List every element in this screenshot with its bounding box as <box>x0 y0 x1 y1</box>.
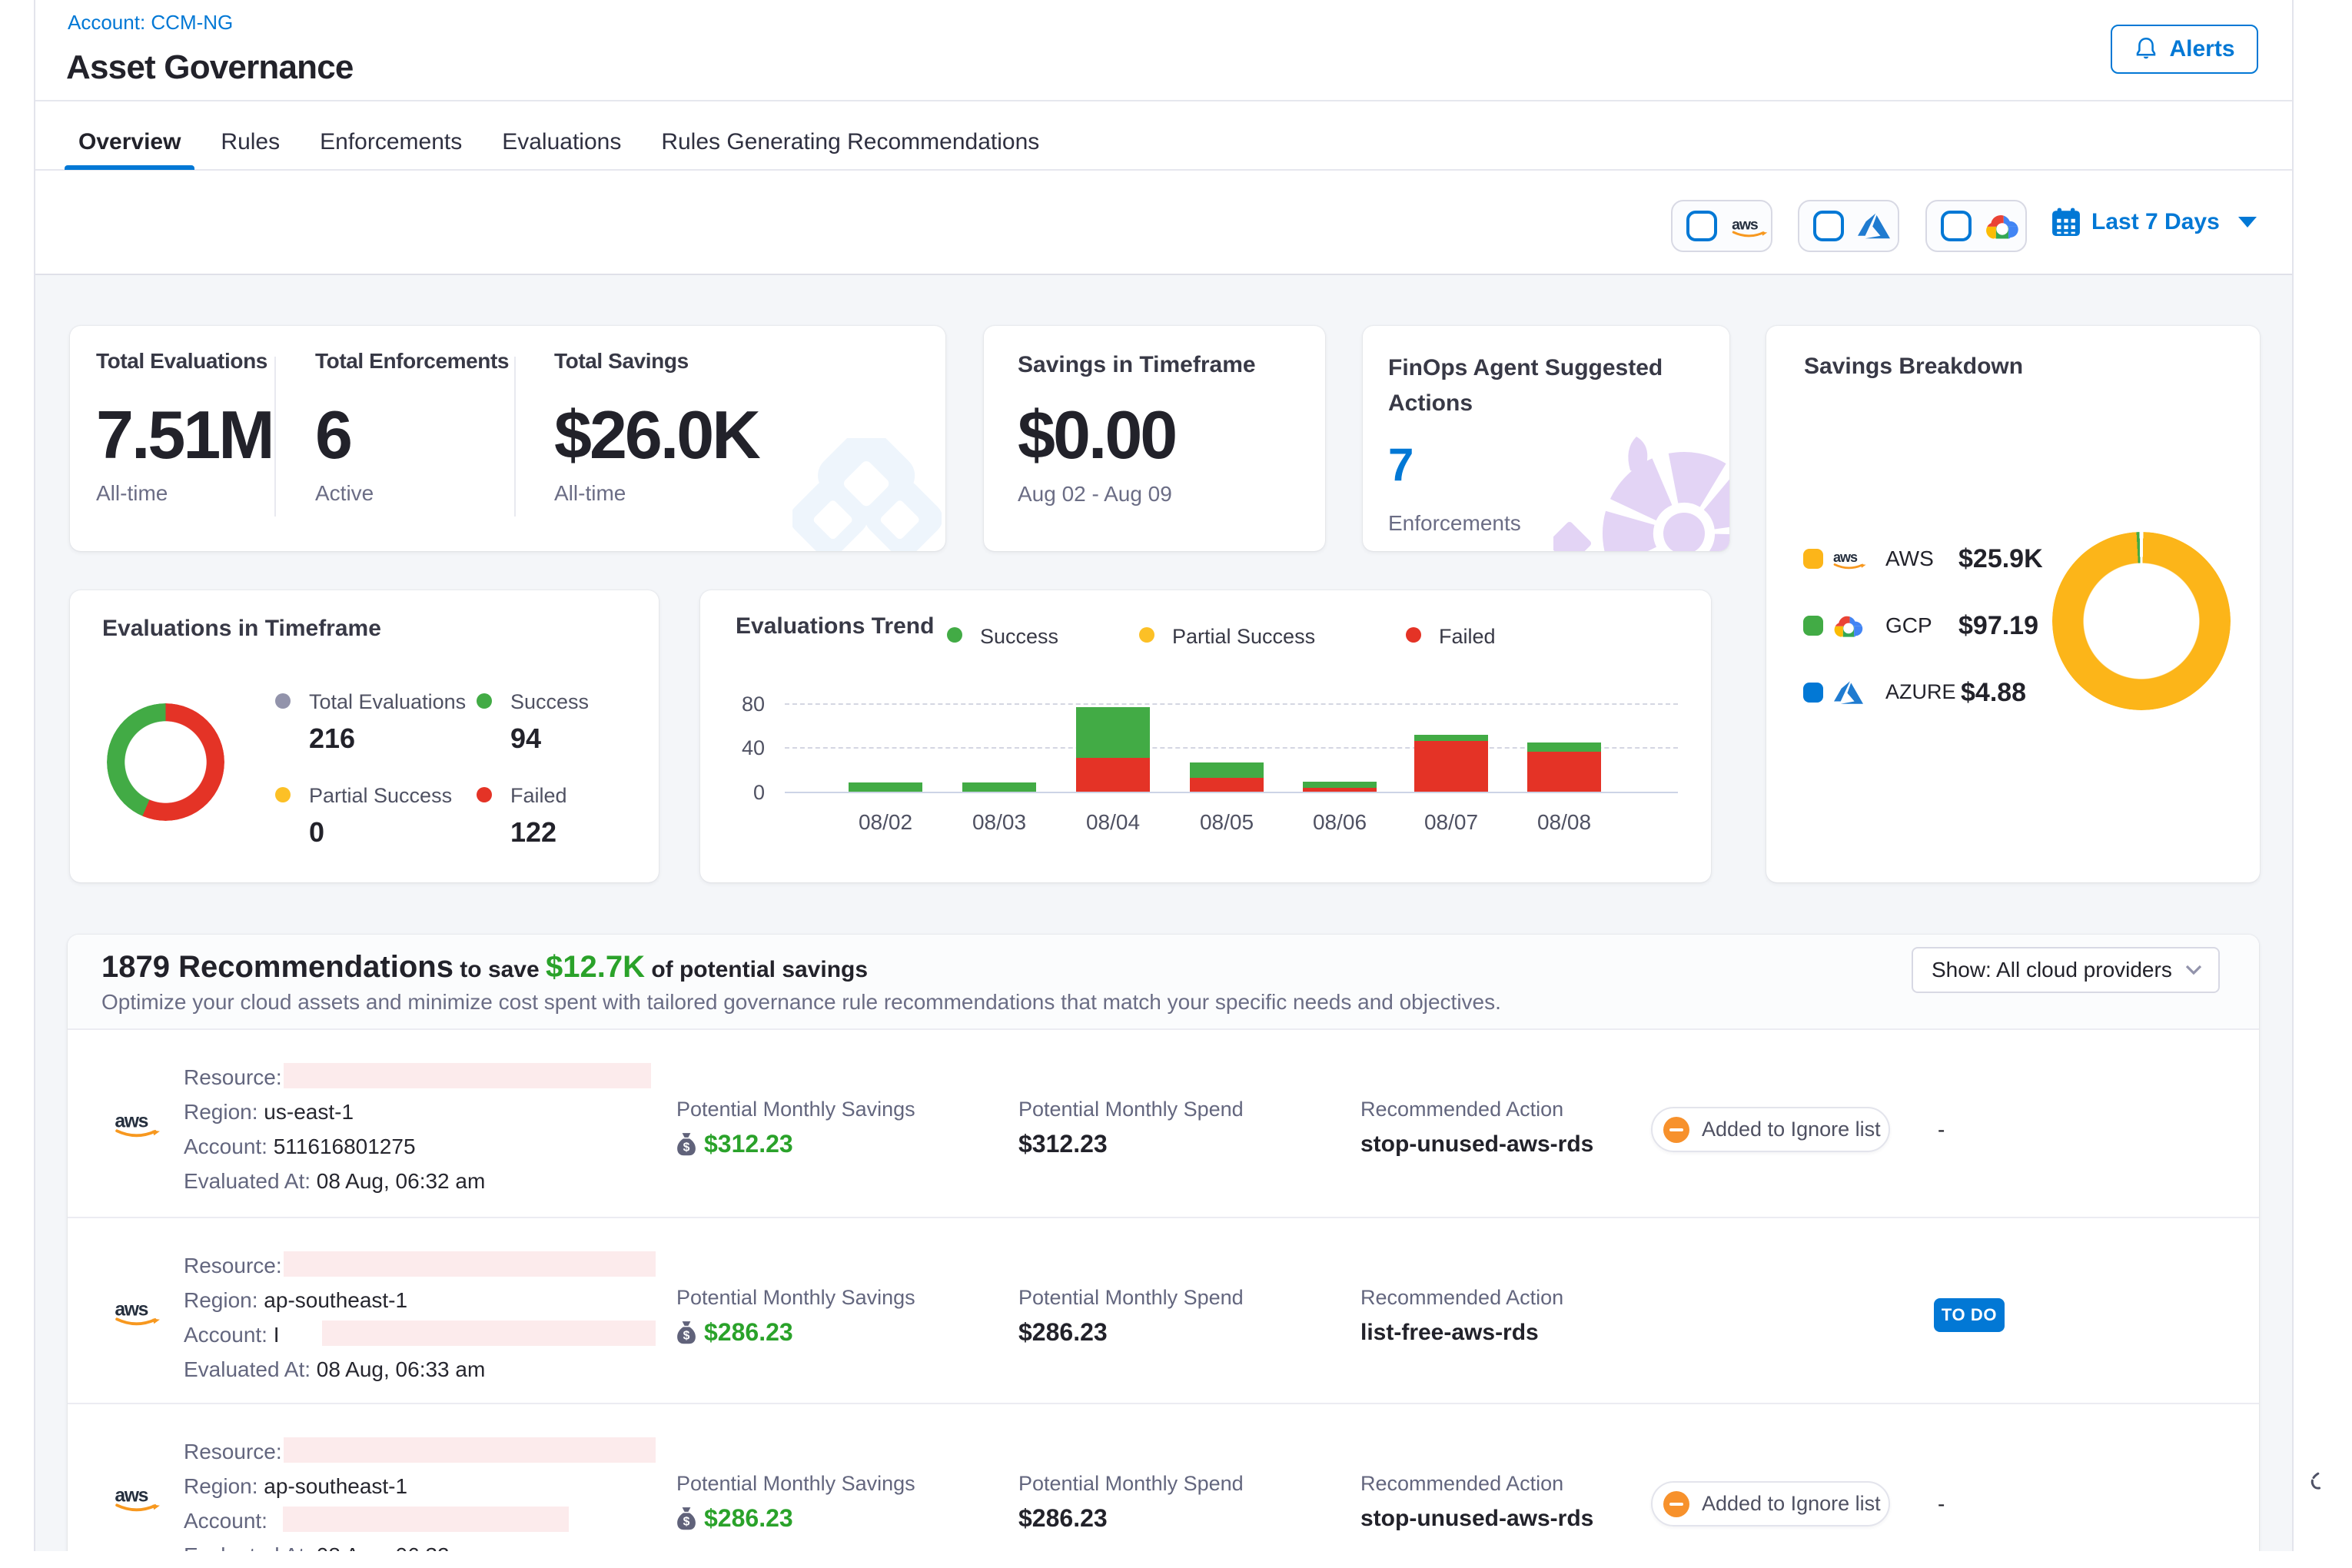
svg-text:aws: aws <box>115 1111 148 1132</box>
svg-text:aws: aws <box>1833 550 1858 565</box>
svg-text:aws: aws <box>115 1486 148 1507</box>
svg-text:$: $ <box>683 1329 690 1342</box>
svg-text:$: $ <box>683 1515 690 1528</box>
svg-text:aws: aws <box>1732 216 1759 233</box>
svg-text:aws: aws <box>115 1300 148 1321</box>
svg-text:$: $ <box>683 1141 690 1154</box>
